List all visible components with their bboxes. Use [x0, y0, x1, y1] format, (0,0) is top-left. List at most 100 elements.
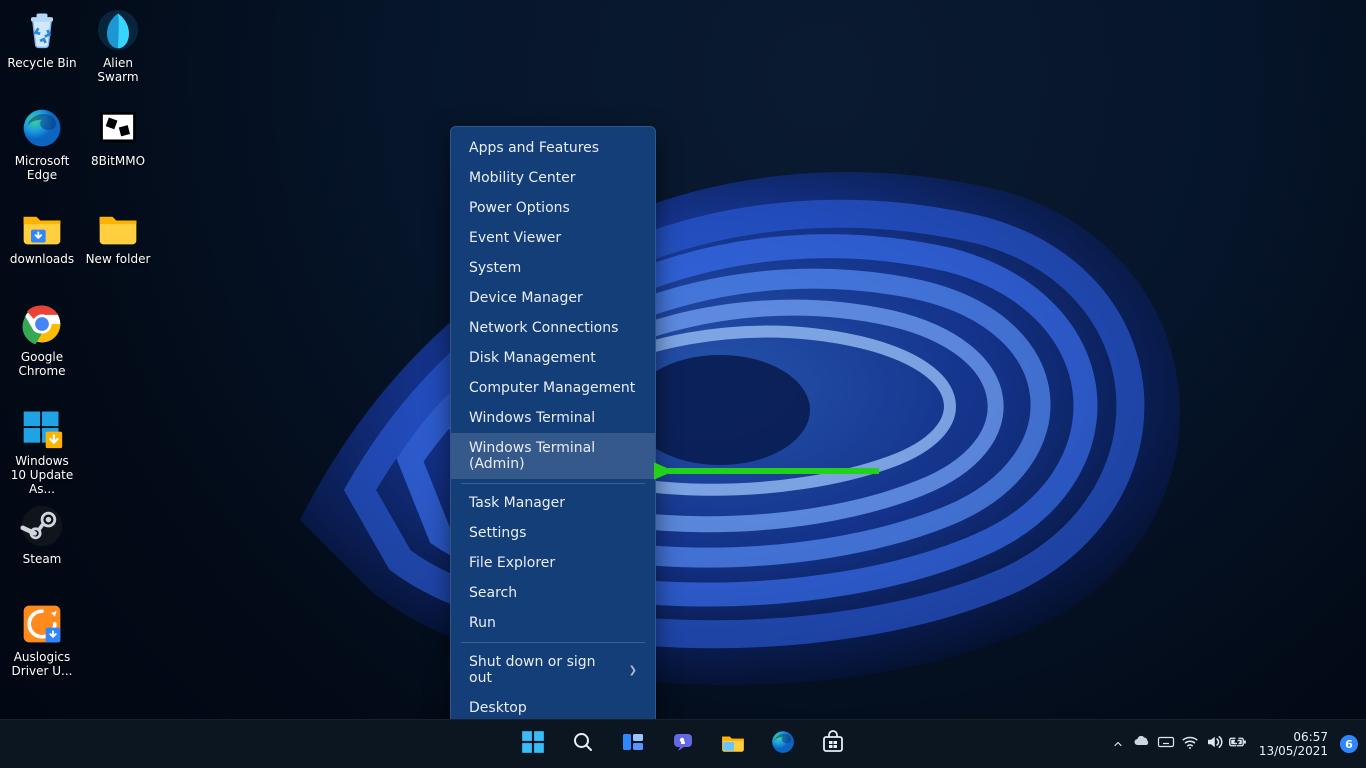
battery-icon [1228, 733, 1248, 755]
winx-item-label: Apps and Features [469, 140, 599, 156]
winx-item-shut-down-or-sign-out[interactable]: Shut down or sign out ❯ [451, 647, 655, 693]
winx-item-label: Power Options [469, 200, 570, 216]
winx-item-label: Task Manager [469, 495, 565, 511]
winx-item-label: Run [469, 615, 496, 631]
winx-item-label: Computer Management [469, 380, 635, 396]
desktop-icon-8bitmmo[interactable]: 8BitMMO [80, 100, 156, 170]
chat-icon [671, 730, 695, 758]
search-icon [571, 730, 595, 758]
taskbar-file-explorer-button[interactable] [711, 722, 755, 766]
winx-item-label: Device Manager [469, 290, 583, 306]
desktop-icon-downloads[interactable]: downloads [4, 198, 80, 268]
menu-separator [461, 642, 645, 643]
desktop-icon-new-folder[interactable]: New folder [80, 198, 156, 268]
tray-onedrive-button[interactable] [1131, 720, 1153, 768]
winx-item-file-explorer[interactable]: File Explorer [451, 548, 655, 578]
recycle-bin-icon [18, 6, 66, 54]
desktop-icon-label: Alien Swarm [80, 56, 156, 84]
edge-icon [770, 729, 796, 759]
desktop-area[interactable]: Recycle BinAlien Swarm Microsoft Edge8Bit… [0, 0, 1366, 720]
alien-swarm-icon [94, 6, 142, 54]
desktop-icon-steam[interactable]: Steam [4, 498, 80, 568]
winx-item-task-manager[interactable]: Task Manager [451, 488, 655, 518]
chevron-up-icon [1112, 735, 1124, 754]
winx-item-settings[interactable]: Settings [451, 518, 655, 548]
taskbar-edge-button[interactable] [761, 722, 805, 766]
desktop-icon-label: Recycle Bin [4, 56, 80, 70]
wifi-icon [1181, 733, 1199, 755]
taskbar-task-view-button[interactable] [611, 722, 655, 766]
notification-badge[interactable]: 6 [1340, 735, 1358, 753]
desktop-icon-label: downloads [4, 252, 80, 266]
winx-item-network-connections[interactable]: Network Connections [451, 313, 655, 343]
winx-menu: Apps and Features Mobility Center Power Op… [450, 126, 656, 730]
tray-keyboard-button[interactable] [1155, 720, 1177, 768]
start-icon [520, 729, 546, 759]
desktop-icon-alien-swarm[interactable]: Alien Swarm [80, 2, 156, 86]
volume-icon [1205, 733, 1223, 755]
winx-item-event-viewer[interactable]: Event Viewer [451, 223, 655, 253]
winx-item-run[interactable]: Run [451, 608, 655, 638]
winx-item-label: System [469, 260, 521, 276]
taskbar-center [511, 720, 855, 768]
keyboard-icon [1157, 733, 1175, 755]
winx-item-disk-management[interactable]: Disk Management [451, 343, 655, 373]
chevron-right-icon: ❯ [629, 665, 637, 676]
clock-time: 06:57 [1259, 730, 1328, 744]
desktop-icon-label: Google Chrome [4, 350, 80, 378]
winx-item-label: Network Connections [469, 320, 618, 336]
winx-item-system[interactable]: System [451, 253, 655, 283]
desktop-icon-label: Microsoft Edge [4, 154, 80, 182]
winx-item-device-manager[interactable]: Device Manager [451, 283, 655, 313]
tray-volume-button[interactable] [1203, 720, 1225, 768]
8bitmmo-icon [94, 104, 142, 152]
taskbar-search-button[interactable] [561, 722, 605, 766]
winx-item-label: Settings [469, 525, 526, 541]
winx-item-label: Mobility Center [469, 170, 576, 186]
taskbar-chat-button[interactable] [661, 722, 705, 766]
taskbar-store-button[interactable] [811, 722, 855, 766]
win10-update-icon [18, 404, 66, 452]
task-view-icon [621, 730, 645, 758]
taskbar-start-button[interactable] [511, 722, 555, 766]
steam-icon [18, 502, 66, 550]
microsoft-edge-icon [18, 104, 66, 152]
google-chrome-icon [18, 300, 66, 348]
winx-item-label: Shut down or sign out [469, 654, 621, 686]
desktop-icon-microsoft-edge[interactable]: Microsoft Edge [4, 100, 80, 184]
desktop-icon-recycle-bin[interactable]: Recycle Bin [4, 2, 80, 72]
new-folder-icon [94, 202, 142, 250]
winx-item-mobility-center[interactable]: Mobility Center [451, 163, 655, 193]
winx-item-search[interactable]: Search [451, 578, 655, 608]
desktop-icon-auslogics[interactable]: Auslogics Driver U... [4, 596, 80, 680]
winx-item-windows-terminal-admin[interactable]: Windows Terminal (Admin) [451, 433, 655, 479]
winx-item-label: Event Viewer [469, 230, 561, 246]
winx-item-label: File Explorer [469, 555, 555, 571]
winx-item-label: Search [469, 585, 517, 601]
desktop-icon-google-chrome[interactable]: Google Chrome [4, 296, 80, 380]
taskbar-clock[interactable]: 06:5713/05/2021 [1251, 730, 1334, 758]
downloads-icon [18, 202, 66, 250]
tray-chevron-up-button[interactable] [1107, 720, 1129, 768]
system-tray: 06:5713/05/2021 6 [1107, 720, 1358, 768]
taskbar: 06:5713/05/2021 6 [0, 719, 1366, 768]
onedrive-icon [1133, 733, 1151, 755]
clock-date: 13/05/2021 [1259, 744, 1328, 758]
desktop-icon-label: Windows 10 Update As... [4, 454, 80, 496]
desktop-icon-label: 8BitMMO [80, 154, 156, 168]
winx-item-power-options[interactable]: Power Options [451, 193, 655, 223]
winx-item-windows-terminal[interactable]: Windows Terminal [451, 403, 655, 433]
desktop-icon-label: New folder [80, 252, 156, 266]
desktop-icon-label: Steam [4, 552, 80, 566]
winx-item-apps-and-features[interactable]: Apps and Features [451, 133, 655, 163]
desktop-icon-label: Auslogics Driver U... [4, 650, 80, 678]
winx-item-computer-management[interactable]: Computer Management [451, 373, 655, 403]
winx-item-label: Disk Management [469, 350, 596, 366]
desktop-icon-win10-update[interactable]: Windows 10 Update As... [4, 400, 80, 498]
auslogics-icon [18, 600, 66, 648]
file-explorer-icon [720, 729, 746, 759]
winx-item-label: Desktop [469, 700, 527, 716]
tray-wifi-button[interactable] [1179, 720, 1201, 768]
tray-battery-button[interactable] [1227, 720, 1249, 768]
menu-separator [461, 483, 645, 484]
